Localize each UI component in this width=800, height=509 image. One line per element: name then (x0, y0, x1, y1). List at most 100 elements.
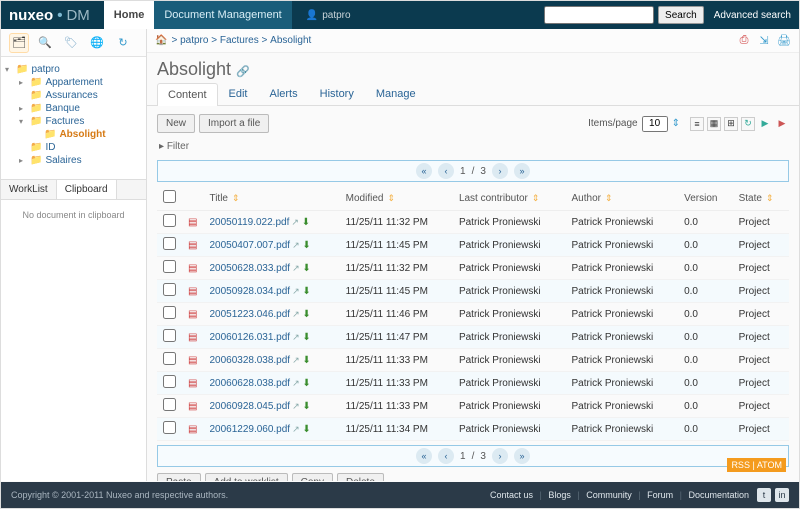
download-icon[interactable]: ⬇ (302, 309, 310, 320)
tree-assurances[interactable]: 📁Assurances (19, 89, 142, 102)
external-icon[interactable]: ↗ (292, 355, 300, 365)
col-title[interactable]: Title⇕ (203, 186, 339, 211)
external-icon[interactable]: ↗ (292, 286, 300, 296)
download-icon[interactable]: ⬇ (302, 401, 310, 412)
row-checkbox[interactable] (163, 421, 176, 434)
row-checkbox[interactable] (163, 237, 176, 250)
copy-button[interactable]: Copy (292, 473, 333, 481)
download-icon[interactable]: ⬇ (302, 332, 310, 343)
user-area[interactable]: 👤 patpro (306, 10, 351, 21)
file-link[interactable]: 20060126.031.pdf (209, 332, 290, 343)
external-icon[interactable]: ↗ (291, 217, 299, 227)
page-prev[interactable]: ‹ (438, 163, 454, 179)
nav-tree-icon[interactable]: 🗂 (9, 33, 29, 53)
bc-factures[interactable]: Factures (220, 35, 259, 46)
rss-link[interactable]: RSS | ATOM (727, 458, 786, 472)
tree-appartement[interactable]: ▸📁Appartement (19, 76, 142, 89)
export-pdf-icon[interactable]: ⎙ (737, 34, 751, 48)
external-icon[interactable]: ↗ (292, 332, 300, 342)
footer-link[interactable]: Blogs (548, 490, 571, 500)
export-csv-icon[interactable]: ▶ (775, 117, 789, 131)
page-first[interactable]: « (416, 163, 432, 179)
nav-refresh-icon[interactable]: ↻ (113, 33, 133, 53)
export-xls-icon[interactable]: ▶ (758, 117, 772, 131)
tree-id[interactable]: 📁ID (19, 141, 142, 154)
external-icon[interactable]: ↗ (292, 401, 300, 411)
subtab-edit[interactable]: Edit (218, 82, 259, 105)
file-link[interactable]: 20050119.022.pdf (209, 217, 289, 228)
row-checkbox[interactable] (163, 306, 176, 319)
tree-root[interactable]: ▾📁patpro (5, 63, 142, 76)
link-icon[interactable]: 🔗 (236, 66, 250, 78)
stepper-icon[interactable]: ⇕ (672, 118, 680, 129)
file-link[interactable]: 20051223.046.pdf (209, 309, 290, 320)
file-link[interactable]: 20060628.038.pdf (209, 378, 290, 389)
page-first[interactable]: « (416, 448, 432, 464)
tree-banque[interactable]: ▸📁Banque (19, 102, 142, 115)
external-icon[interactable]: ↗ (292, 309, 300, 319)
page-prev[interactable]: ‹ (438, 448, 454, 464)
download-icon[interactable]: ⬇ (302, 355, 310, 366)
tab-home[interactable]: Home (104, 1, 155, 29)
download-icon[interactable]: ⬇ (302, 263, 310, 274)
filter-toggle[interactable]: ▸ Filter (157, 137, 789, 156)
file-link[interactable]: 20050628.033.pdf (209, 263, 290, 274)
subtab-alerts[interactable]: Alerts (259, 82, 309, 105)
import-button[interactable]: Import a file (199, 114, 269, 133)
subtab-history[interactable]: History (309, 82, 365, 105)
delete-button[interactable]: Delete (337, 473, 384, 481)
home-icon[interactable]: 🏠 (155, 35, 167, 46)
print-icon[interactable]: 🖨 (777, 34, 791, 48)
external-icon[interactable]: ↗ (292, 240, 300, 250)
tree-factures[interactable]: ▾📁Factures (19, 115, 142, 128)
nav-tag-icon[interactable]: 🏷 (61, 33, 81, 53)
download-icon[interactable]: ⬇ (302, 240, 310, 251)
advanced-search-link[interactable]: Advanced search (714, 10, 791, 21)
row-checkbox[interactable] (163, 375, 176, 388)
file-link[interactable]: 20050407.007.pdf (209, 240, 290, 251)
file-link[interactable]: 20050928.034.pdf (209, 286, 290, 297)
search-button[interactable]: Search (658, 6, 704, 24)
page-last[interactable]: » (514, 163, 530, 179)
worklist-tab[interactable]: WorkList (1, 180, 57, 199)
export-icon[interactable]: ⇲ (757, 34, 771, 48)
twitter-icon[interactable]: t (757, 488, 771, 502)
footer-link[interactable]: Documentation (688, 490, 749, 500)
col-version[interactable]: Version (678, 186, 733, 211)
refresh-icon[interactable]: ↻ (741, 117, 755, 131)
row-checkbox[interactable] (163, 352, 176, 365)
download-icon[interactable]: ⬇ (302, 217, 310, 228)
page-last[interactable]: » (514, 448, 530, 464)
bc-absolight[interactable]: Absolight (270, 35, 311, 46)
file-link[interactable]: 20061229.060.pdf (209, 424, 290, 435)
file-link[interactable]: 20060328.038.pdf (209, 355, 290, 366)
file-link[interactable]: 20060928.045.pdf (209, 401, 290, 412)
external-icon[interactable]: ↗ (292, 424, 300, 434)
col-lastcontrib[interactable]: Last contributor⇕ (453, 186, 566, 211)
download-icon[interactable]: ⬇ (302, 378, 310, 389)
col-author[interactable]: Author⇕ (566, 186, 679, 211)
linkedin-icon[interactable]: in (775, 488, 789, 502)
view-grid-icon[interactable]: ▦ (707, 117, 721, 131)
clipboard-tab[interactable]: Clipboard (57, 180, 117, 199)
footer-link[interactable]: Contact us (490, 490, 533, 500)
view-compact-icon[interactable]: ⊞ (724, 117, 738, 131)
row-checkbox[interactable] (163, 398, 176, 411)
row-checkbox[interactable] (163, 214, 176, 227)
footer-link[interactable]: Community (586, 490, 632, 500)
download-icon[interactable]: ⬇ (302, 424, 310, 435)
tree-salaires[interactable]: ▸📁Salaires (19, 154, 142, 167)
bc-patpro[interactable]: patpro (180, 35, 208, 46)
ipp-input[interactable] (642, 116, 668, 132)
col-modified[interactable]: Modified⇕ (340, 186, 453, 211)
footer-link[interactable]: Forum (647, 490, 673, 500)
tree-absolight[interactable]: 📁Absolight (33, 128, 142, 141)
row-checkbox[interactable] (163, 329, 176, 342)
add-worklist-button[interactable]: Add to worklist (205, 473, 288, 481)
row-checkbox[interactable] (163, 260, 176, 273)
paste-button[interactable]: Paste (157, 473, 201, 481)
nav-globe-icon[interactable]: 🌐 (87, 33, 107, 53)
select-all[interactable] (163, 190, 176, 203)
nav-search-icon[interactable]: 🔍 (35, 33, 55, 53)
download-icon[interactable]: ⬇ (302, 286, 310, 297)
